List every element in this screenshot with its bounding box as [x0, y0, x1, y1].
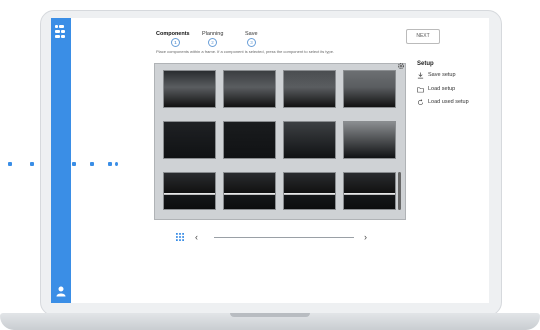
save-icon	[417, 72, 424, 79]
chevron-right-icon[interactable]: ›	[364, 232, 367, 242]
step-number: 3	[247, 38, 256, 47]
folder-icon	[417, 87, 424, 93]
camera-tile[interactable]	[283, 70, 336, 108]
camera-tile[interactable]	[343, 121, 396, 159]
setup-item-label: Load setup	[428, 86, 456, 92]
step-save[interactable]: Save 3	[245, 31, 258, 47]
step-label: Components	[156, 31, 190, 37]
step-components[interactable]: Components 1	[156, 31, 190, 47]
camera-grid	[154, 63, 406, 220]
user-icon[interactable]	[55, 285, 67, 297]
grid-scrollbar[interactable]	[398, 172, 401, 210]
setup-item-label: Load used setup	[428, 99, 469, 105]
refresh-icon	[418, 99, 423, 105]
camera-tile[interactable]	[163, 172, 216, 210]
grid-view-icon[interactable]	[176, 233, 184, 241]
camera-tile[interactable]	[343, 172, 396, 210]
camera-tile[interactable]	[343, 70, 396, 108]
laptop-notch	[230, 313, 310, 317]
step-label: Save	[245, 31, 258, 37]
camera-tile[interactable]	[163, 121, 216, 159]
setup-title: Setup	[417, 61, 434, 67]
camera-tile[interactable]	[283, 172, 336, 210]
next-button[interactable]: NEXT	[406, 29, 440, 44]
page-slider[interactable]	[214, 237, 354, 238]
chevron-left-icon[interactable]: ‹	[195, 232, 198, 242]
camera-tile[interactable]	[283, 121, 336, 159]
setup-item-label: Save setup	[428, 72, 456, 78]
camera-tile[interactable]	[223, 172, 276, 210]
camera-tile[interactable]	[223, 121, 276, 159]
instruction-text: Place components within a frame. If a co…	[156, 49, 335, 54]
step-number: 1	[171, 38, 180, 47]
camera-tile[interactable]	[223, 70, 276, 108]
step-planning[interactable]: Planning 2	[202, 31, 224, 47]
step-number: 2	[208, 38, 217, 47]
gear-icon[interactable]	[397, 62, 405, 70]
app-logo-icon[interactable]	[55, 25, 67, 39]
step-label: Planning	[202, 31, 224, 37]
dotted-connector	[0, 160, 120, 168]
camera-tile[interactable]	[163, 70, 216, 108]
